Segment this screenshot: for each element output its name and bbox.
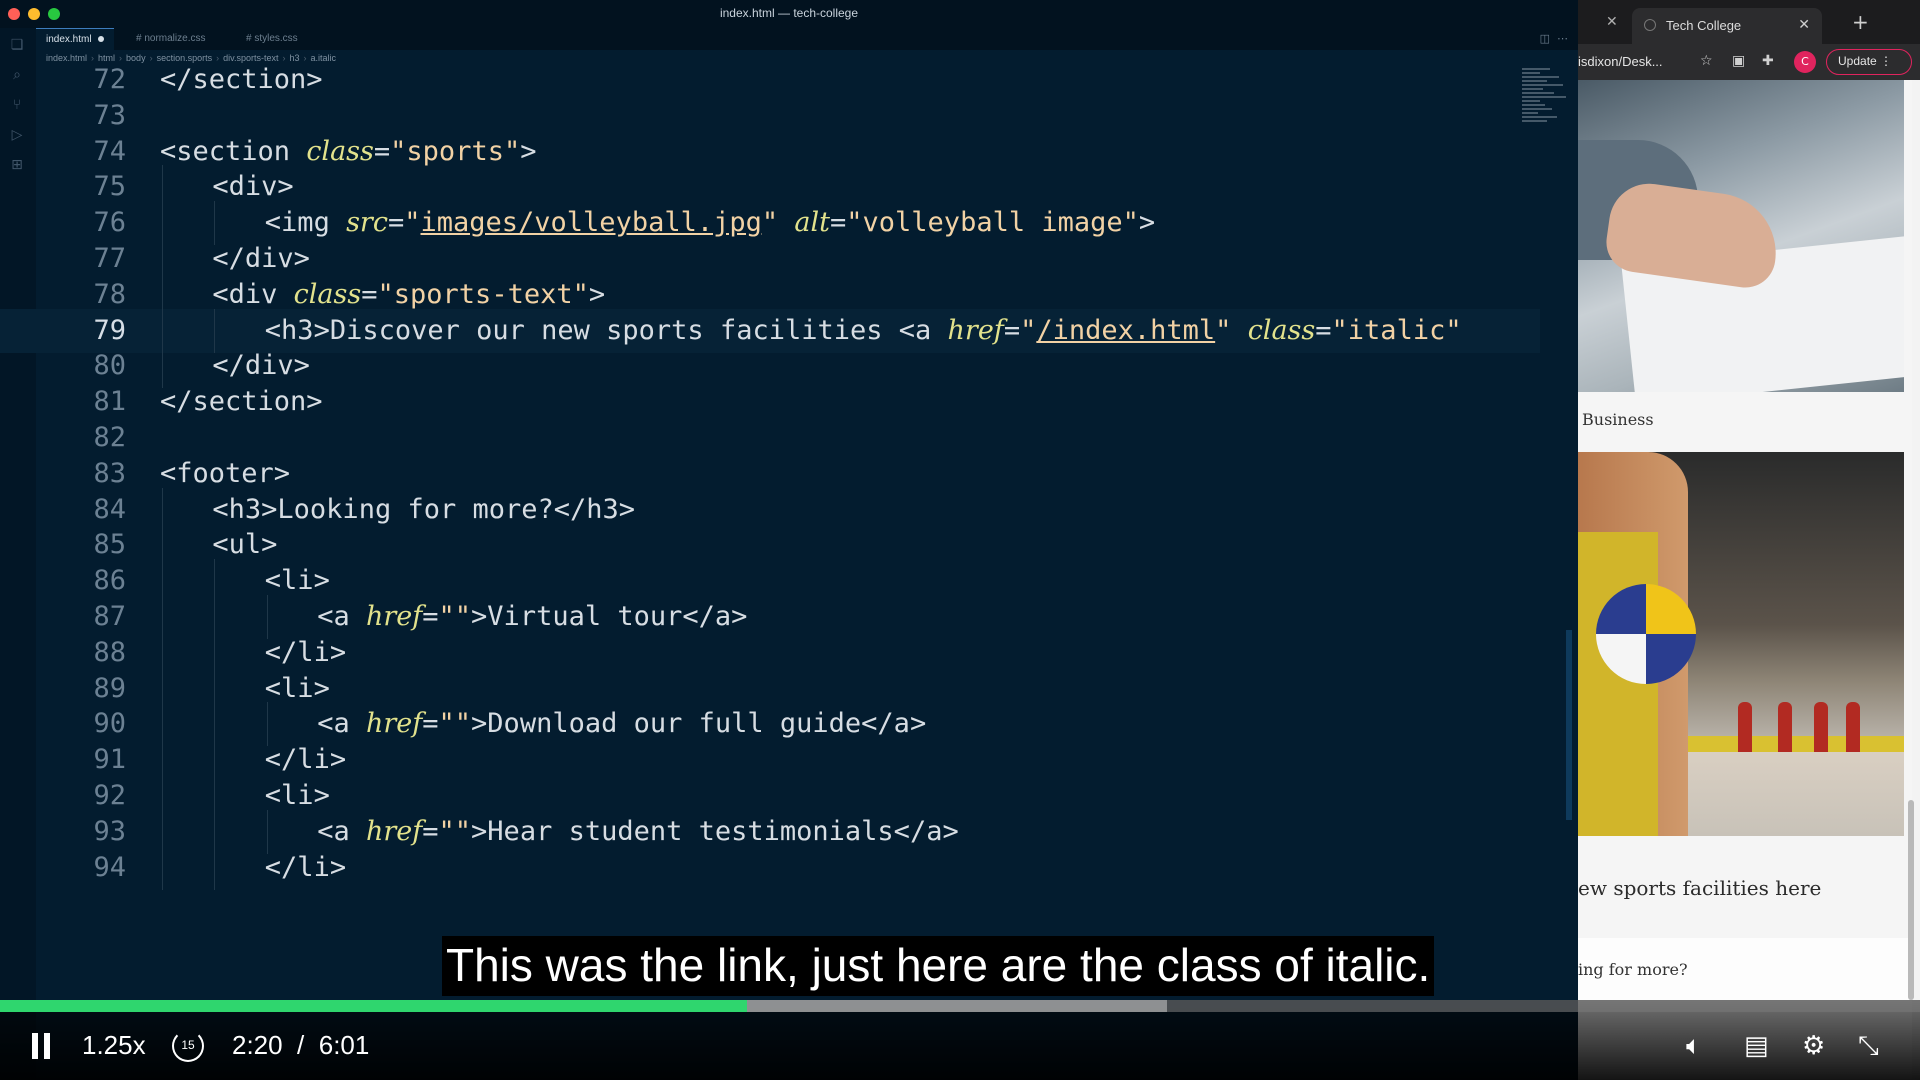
- minimap[interactable]: [1522, 66, 1568, 176]
- rewind-15-button[interactable]: 15: [172, 1030, 204, 1062]
- profile-avatar[interactable]: C: [1794, 51, 1816, 73]
- bookmark-star-icon[interactable]: ☆: [1700, 53, 1713, 69]
- code-editor-window: index.html — tech-college ❏ ⌕ ⑂ ▷ ⊞ inde…: [0, 0, 1578, 1080]
- volleyball-image: [1578, 452, 1904, 836]
- browser-window: ✕ Tech College ✕ + isdixon/Desk... ☆ ▣ ✚…: [1578, 0, 1920, 1080]
- code-area[interactable]: 72 </section> 73 74 <section class="sports">…: [0, 62, 1540, 1062]
- split-editor-icon[interactable]: ◫: [1540, 32, 1550, 45]
- new-tab-icon[interactable]: +: [1852, 10, 1869, 34]
- address-bar[interactable]: isdixon/Desk...: [1578, 50, 1690, 74]
- settings-gear-icon[interactable]: ⚙: [1802, 1031, 1825, 1061]
- editor-actions: ◫ ⋯: [1540, 32, 1568, 45]
- globe-icon: [1644, 19, 1656, 31]
- browser-tab-title: Tech College: [1666, 18, 1742, 33]
- video-progress-bar[interactable]: [0, 1000, 1920, 1012]
- editor-scrollbar[interactable]: [1566, 630, 1572, 820]
- tab-label: index.html: [46, 34, 92, 45]
- exit-fullscreen-icon[interactable]: ⤡: [1858, 1031, 1879, 1061]
- browser-tab-tech-college[interactable]: Tech College ✕: [1632, 8, 1822, 44]
- browser-toolbar: isdixon/Desk... ☆ ▣ ✚ C Update ⋮: [1578, 44, 1920, 80]
- line-number: 94: [93, 851, 126, 883]
- tab-index-html[interactable]: index.html: [36, 28, 114, 50]
- extension-icon[interactable]: ▣: [1732, 53, 1745, 69]
- sports-heading-link[interactable]: ew sports facilities here: [1578, 876, 1821, 900]
- pause-icon: [32, 1033, 38, 1059]
- duration: 6:01: [318, 1030, 370, 1060]
- code-text: </li>: [264, 851, 347, 883]
- code-line[interactable]: 94 </li>: [0, 845, 1540, 890]
- web-page-viewport[interactable]: Business ew sports facilities here ing f…: [1578, 80, 1912, 1080]
- current-time: 2:20: [232, 1030, 283, 1060]
- pause-button[interactable]: [32, 1033, 52, 1059]
- subtitle-caption: This was the link, just here are the cla…: [442, 936, 1435, 996]
- business-image: [1578, 80, 1904, 392]
- rewind-label: 15: [181, 1038, 195, 1052]
- business-caption: Business: [1582, 410, 1654, 429]
- browser-tab-strip: ✕ Tech College ✕ +: [1578, 0, 1920, 44]
- footer-heading: ing for more?: [1578, 960, 1688, 979]
- explorer-icon[interactable]: ❏: [8, 36, 26, 54]
- unsaved-dot-icon: [97, 36, 104, 43]
- captions-icon[interactable]: ▤: [1744, 1031, 1769, 1061]
- close-tab-icon[interactable]: ✕: [1606, 14, 1618, 30]
- time-display: 2:20 / 6:01: [232, 1030, 370, 1060]
- window-title: index.html — tech-college: [719, 6, 859, 20]
- update-label: Update: [1838, 54, 1877, 68]
- puzzle-icon[interactable]: ✚: [1762, 53, 1774, 69]
- update-button[interactable]: Update ⋮: [1826, 49, 1912, 75]
- tab-styles-css[interactable]: # styles.css: [236, 28, 308, 50]
- more-actions-icon[interactable]: ⋯: [1557, 32, 1568, 45]
- editor-titlebar: index.html — tech-college: [0, 0, 1578, 28]
- browser-scrollbar[interactable]: [1908, 800, 1914, 1000]
- close-tab-icon[interactable]: ✕: [1798, 17, 1810, 33]
- played-progress: [0, 1000, 747, 1012]
- kebab-menu-icon[interactable]: ⋮: [1880, 54, 1892, 68]
- editor-tab-bar: index.html # normalize.css # styles.css …: [36, 28, 1578, 50]
- tab-normalize-css[interactable]: # normalize.css: [126, 28, 215, 50]
- pause-icon: [44, 1033, 50, 1059]
- volume-icon[interactable]: 🔈︎: [1686, 1031, 1702, 1061]
- playback-speed-button[interactable]: 1.25x: [82, 1030, 146, 1061]
